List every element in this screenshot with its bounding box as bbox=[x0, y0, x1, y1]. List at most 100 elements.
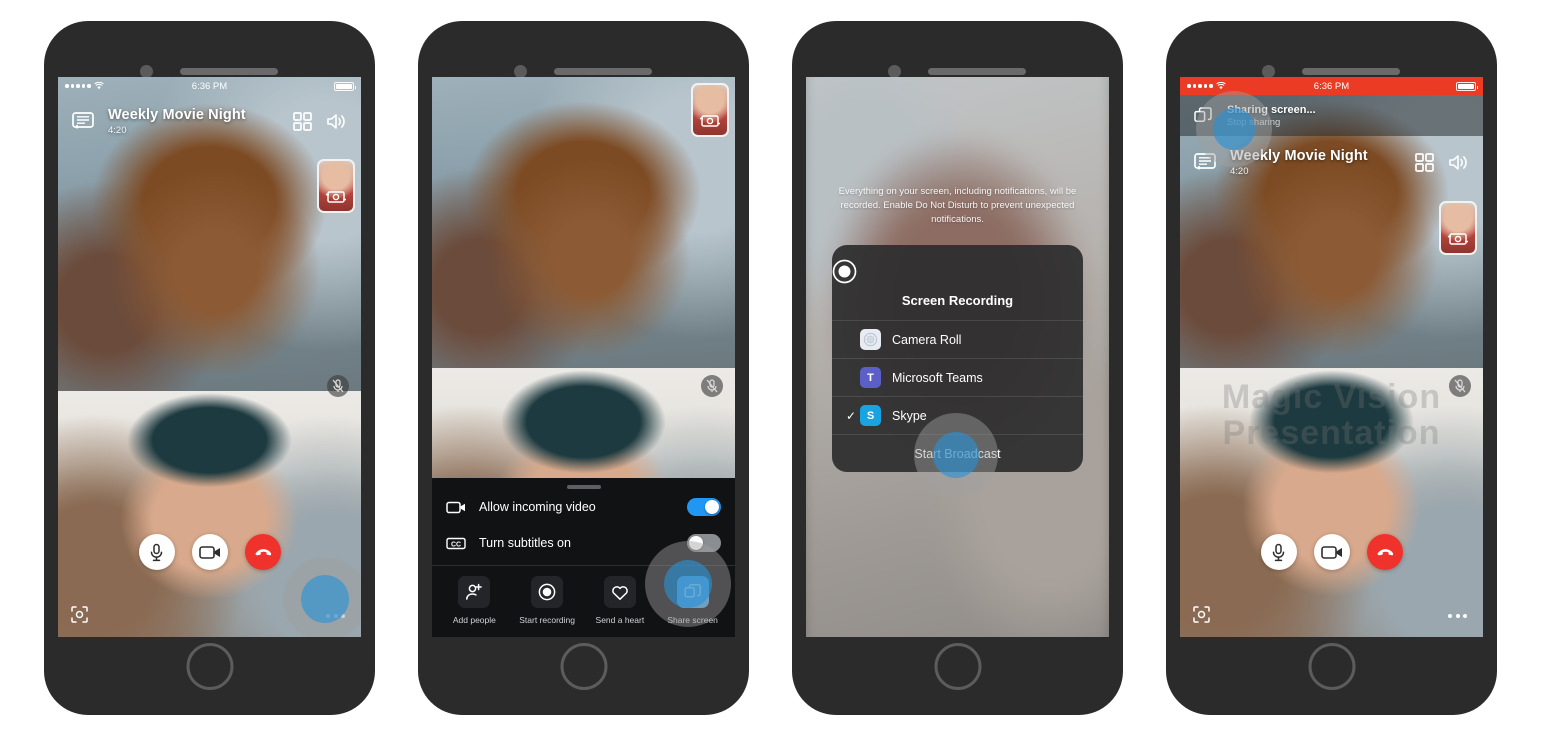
status-bar: 6:36 PM bbox=[1180, 77, 1483, 95]
video-camera-icon bbox=[446, 501, 466, 514]
page-title: Weekly Movie Night bbox=[1230, 147, 1368, 164]
mic-muted-badge bbox=[327, 375, 349, 397]
phone-mockup-3: Everything on your screen, including not… bbox=[792, 21, 1123, 715]
action-add-people[interactable]: Add people bbox=[438, 576, 511, 625]
phone2-screen: Allow incoming video CC Turn subtitles o… bbox=[432, 77, 735, 637]
speaker-icon[interactable] bbox=[1448, 153, 1469, 172]
grid-view-icon[interactable] bbox=[293, 111, 312, 131]
home-button[interactable] bbox=[1308, 643, 1355, 690]
self-view-pip[interactable] bbox=[317, 159, 355, 213]
sheet-actions: Add people Start recording Send a heart bbox=[432, 566, 735, 637]
watermark-line-1: Magic Vision bbox=[1221, 378, 1442, 417]
phone4-screen: Magic Vision Presentation 6:36 PM Sharin… bbox=[1180, 77, 1483, 637]
header-actions bbox=[1415, 152, 1469, 172]
turn-subtitles-on-toggle[interactable] bbox=[687, 534, 721, 552]
options-bottom-sheet: Allow incoming video CC Turn subtitles o… bbox=[432, 478, 735, 637]
self-view-pip[interactable] bbox=[691, 83, 729, 137]
sheet-row-label: Allow incoming video bbox=[479, 500, 596, 514]
action-label: Add people bbox=[452, 615, 496, 625]
heart-icon bbox=[603, 576, 636, 608]
home-button[interactable] bbox=[560, 643, 607, 690]
mic-muted-badge bbox=[701, 375, 723, 397]
dialog-option-label: Skype bbox=[892, 408, 927, 423]
video-button[interactable] bbox=[1313, 534, 1350, 570]
action-start-recording[interactable]: Start recording bbox=[511, 576, 584, 625]
sharing-banner-title: Sharing screen... bbox=[1227, 103, 1316, 116]
battery-icon bbox=[1456, 81, 1478, 91]
grid-view-icon[interactable] bbox=[1415, 152, 1434, 172]
local-video-bottom bbox=[58, 390, 361, 637]
action-label: Share screen bbox=[667, 615, 718, 625]
dialog-option-microsoft-teams[interactable]: T Microsoft Teams bbox=[832, 358, 1083, 396]
call-duration: 4:20 bbox=[108, 124, 127, 136]
mic-button[interactable] bbox=[138, 534, 175, 570]
sharing-banner-text: Sharing screen... Stop sharing bbox=[1227, 104, 1316, 128]
checkmark-icon: ✓ bbox=[845, 408, 857, 423]
status-time: 6:36 PM bbox=[191, 80, 228, 92]
sharing-screen-banner[interactable]: Sharing screen... Stop sharing bbox=[1180, 95, 1483, 136]
phone-mockup-4: Magic Vision Presentation 6:36 PM Sharin… bbox=[1166, 21, 1497, 715]
call-controls bbox=[58, 534, 361, 570]
earpiece-speaker bbox=[180, 68, 278, 75]
earpiece-speaker bbox=[1302, 68, 1400, 75]
stop-sharing-label[interactable]: Stop sharing bbox=[1227, 117, 1316, 128]
sheet-row-label: Turn subtitles on bbox=[479, 536, 571, 550]
allow-incoming-video-toggle[interactable] bbox=[687, 498, 721, 516]
snapshot-icon[interactable] bbox=[71, 606, 88, 623]
earpiece-speaker bbox=[928, 68, 1026, 75]
more-options-icon[interactable] bbox=[1448, 614, 1467, 618]
page-title: Weekly Movie Night bbox=[108, 106, 246, 123]
action-send-a-heart[interactable]: Send a heart bbox=[584, 576, 657, 625]
mic-muted-icon bbox=[332, 379, 344, 393]
phone1-screen: 6:36 PM Weekly Movie Night 4:20 bbox=[58, 77, 361, 637]
remote-video-top bbox=[432, 77, 735, 369]
self-view-pip[interactable] bbox=[1439, 201, 1477, 255]
closed-caption-icon: CC bbox=[446, 537, 466, 550]
screenshot-stage: 6:36 PM Weekly Movie Night 4:20 Allow in… bbox=[0, 0, 1542, 736]
action-share-screen[interactable]: Share screen bbox=[656, 576, 729, 625]
mic-muted-icon bbox=[706, 379, 718, 393]
call-duration: 4:20 bbox=[1230, 165, 1249, 177]
snapshot-icon[interactable] bbox=[1193, 606, 1210, 623]
home-button[interactable] bbox=[186, 643, 233, 690]
call-header: Weekly Movie Night 4:20 bbox=[1180, 136, 1483, 188]
mic-muted-icon bbox=[1454, 379, 1466, 393]
sheet-row-turn-subtitles-on[interactable]: CC Turn subtitles on bbox=[432, 525, 735, 561]
action-label: Start recording bbox=[519, 615, 575, 625]
switch-camera-icon[interactable] bbox=[700, 114, 720, 128]
recording-notice: Everything on your screen, including not… bbox=[838, 186, 1077, 226]
switch-camera-icon[interactable] bbox=[1448, 232, 1468, 246]
status-right bbox=[1456, 81, 1478, 91]
video-button[interactable] bbox=[191, 534, 228, 570]
sheet-row-allow-incoming-video[interactable]: Allow incoming video bbox=[432, 489, 735, 525]
end-call-button[interactable] bbox=[244, 534, 281, 570]
dialog-option-camera-roll[interactable]: Camera Roll bbox=[832, 320, 1083, 358]
dialog-option-skype[interactable]: ✓ S Skype bbox=[832, 396, 1083, 434]
phone-mockup-1: 6:36 PM Weekly Movie Night 4:20 bbox=[44, 21, 375, 715]
phone3-screen: Everything on your screen, including not… bbox=[806, 77, 1109, 637]
record-icon bbox=[531, 576, 564, 608]
mic-muted-badge bbox=[1449, 375, 1471, 397]
skype-icon: S bbox=[860, 405, 881, 426]
start-broadcast-button[interactable]: Start Broadcast bbox=[832, 434, 1083, 472]
end-call-button[interactable] bbox=[1366, 534, 1403, 570]
call-header: Weekly Movie Night 4:20 bbox=[58, 95, 361, 147]
chat-bubble-icon[interactable] bbox=[72, 111, 94, 131]
more-options-icon[interactable] bbox=[326, 614, 345, 618]
dialog-option-label: Camera Roll bbox=[892, 332, 962, 347]
mic-button[interactable] bbox=[1260, 534, 1297, 570]
speaker-icon[interactable] bbox=[326, 112, 347, 131]
dialog-option-label: Microsoft Teams bbox=[892, 370, 983, 385]
home-button[interactable] bbox=[934, 643, 981, 690]
status-time: 6:36 PM bbox=[1313, 80, 1350, 92]
local-video-bottom: Magic Vision Presentation bbox=[1180, 368, 1483, 637]
svg-text:CC: CC bbox=[451, 541, 461, 548]
call-controls bbox=[1180, 534, 1483, 570]
switch-camera-icon[interactable] bbox=[326, 190, 346, 204]
chat-bubble-icon[interactable] bbox=[1194, 152, 1216, 172]
header-actions bbox=[293, 111, 347, 131]
phone-mockup-2: Allow incoming video CC Turn subtitles o… bbox=[418, 21, 749, 715]
shared-screen-watermark: Magic Vision Presentation bbox=[1180, 368, 1483, 637]
call-title-block: Weekly Movie Night 4:20 bbox=[1230, 148, 1368, 177]
status-bar: 6:36 PM bbox=[58, 77, 361, 95]
